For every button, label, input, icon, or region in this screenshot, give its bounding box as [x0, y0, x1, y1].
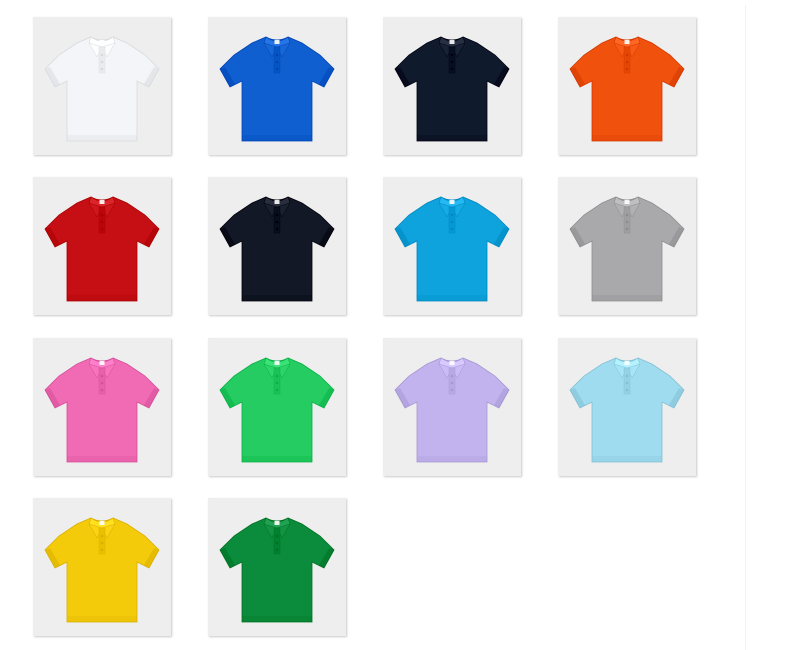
swatch-sky-blue[interactable] [383, 177, 521, 315]
swatch-grid [0, 0, 785, 650]
polo-shirt-image [33, 177, 171, 315]
polo-shirt-image [383, 338, 521, 476]
swatch-white[interactable] [33, 17, 171, 155]
product-color-gallery [0, 0, 785, 650]
polo-shirt-image [208, 177, 346, 315]
polo-shirt-image [33, 17, 171, 155]
polo-shirt-image [558, 338, 696, 476]
swatch-navy[interactable] [383, 17, 521, 155]
polo-shirt-image [208, 338, 346, 476]
polo-shirt-image [383, 17, 521, 155]
polo-shirt-image [208, 498, 346, 636]
swatch-yellow[interactable] [33, 498, 171, 636]
swatch-lavender[interactable] [383, 338, 521, 476]
swatch-black-navy[interactable] [208, 177, 346, 315]
swatch-royal-blue[interactable] [208, 17, 346, 155]
swatch-orange[interactable] [558, 17, 696, 155]
polo-shirt-image [383, 177, 521, 315]
swatch-red[interactable] [33, 177, 171, 315]
polo-shirt-image [33, 338, 171, 476]
swatch-forest-green[interactable] [208, 498, 346, 636]
polo-shirt-image [208, 17, 346, 155]
polo-shirt-image [33, 498, 171, 636]
polo-shirt-image [558, 177, 696, 315]
swatch-heather-grey[interactable] [558, 177, 696, 315]
swatch-pink[interactable] [33, 338, 171, 476]
polo-shirt-image [558, 17, 696, 155]
swatch-green[interactable] [208, 338, 346, 476]
swatch-light-blue[interactable] [558, 338, 696, 476]
